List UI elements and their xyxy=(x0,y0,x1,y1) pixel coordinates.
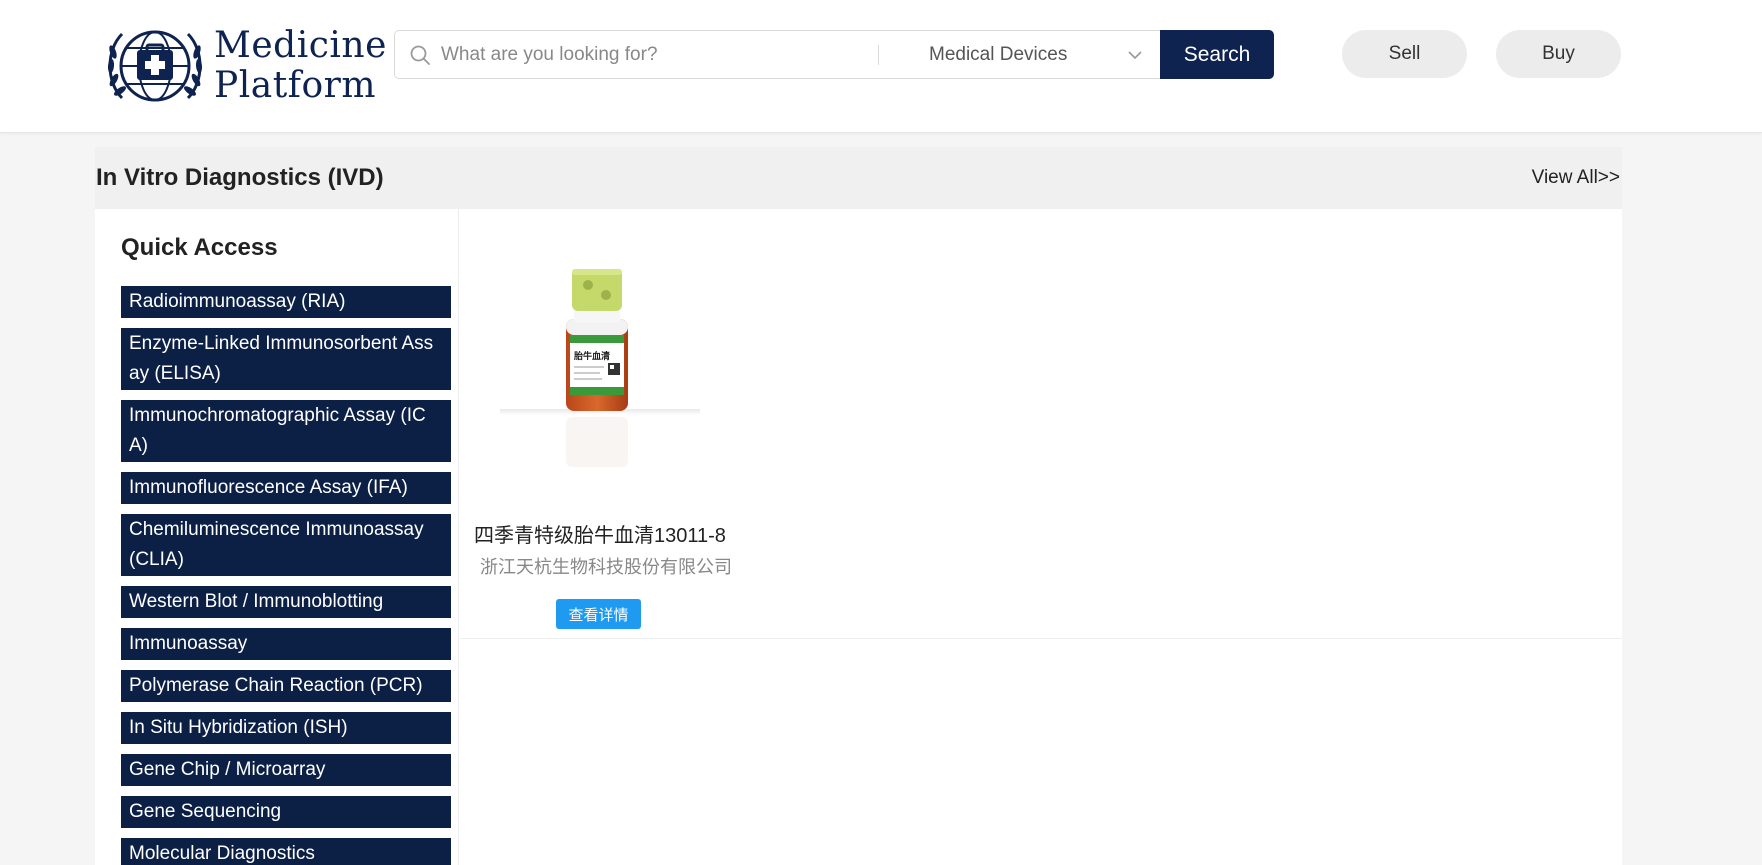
product-label-text: 胎牛血清 xyxy=(573,350,610,362)
quick-access-item[interactable]: Enzyme-Linked Immunosorbent Assay (ELISA… xyxy=(121,328,451,390)
view-all-link[interactable]: View All>> xyxy=(1532,167,1620,189)
quick-access-item[interactable]: In Situ Hybridization (ISH) xyxy=(121,712,451,744)
site-logo[interactable]: Medicine Platform xyxy=(100,20,387,112)
section-content: Quick Access Radioimmunoassay (RIA) Enzy… xyxy=(95,209,1622,865)
logo-line-2: Platform xyxy=(214,65,377,106)
buy-button[interactable]: Buy xyxy=(1496,30,1621,78)
search-bar: Medical Devices Search xyxy=(394,30,1274,79)
top-header: Medicine Platform Medical Devices Search… xyxy=(0,0,1762,133)
product-name[interactable]: 四季青特级胎牛血清13011-8 xyxy=(474,519,726,548)
product-company: 浙江天杭生物科技股份有限公司 xyxy=(480,557,732,577)
quick-access-item[interactable]: Polymerase Chain Reaction (PCR) xyxy=(121,670,451,702)
search-icon xyxy=(410,45,430,65)
quick-access-item[interactable]: Western Blot / Immunoblotting xyxy=(121,586,451,618)
quick-access-item[interactable]: Gene Chip / Microarray xyxy=(121,754,451,786)
quick-access-item[interactable]: Molecular Diagnostics xyxy=(121,838,451,865)
quick-access-item[interactable]: Chemiluminescence Immunoassay (CLIA) xyxy=(121,514,451,576)
search-input[interactable] xyxy=(441,34,871,75)
section-header: In Vitro Diagnostics (IVD) View All>> xyxy=(95,147,1622,209)
serum-bottle-image[interactable]: 胎牛血清 xyxy=(500,261,700,501)
product-grid: 胎牛血清 四季青特级胎牛血清13011-8 浙江天杭生物科技股份有限公司 查看详… xyxy=(460,209,1622,639)
quick-access-title: Quick Access xyxy=(121,234,278,261)
medical-emblem-icon xyxy=(107,30,203,102)
quick-access-item[interactable]: Immunochromatographic Assay (ICA) xyxy=(121,400,451,462)
quick-access-item[interactable]: Immunofluorescence Assay (IFA) xyxy=(121,472,451,504)
sell-button[interactable]: Sell xyxy=(1342,30,1467,78)
logo-line-1: Medicine xyxy=(214,25,387,66)
quick-access-item[interactable]: Gene Sequencing xyxy=(121,796,451,828)
chevron-down-icon xyxy=(1128,51,1142,60)
logo-wordmark: Medicine Platform xyxy=(214,26,387,106)
quick-access-panel: Quick Access Radioimmunoassay (RIA) Enzy… xyxy=(95,209,459,865)
search-box: Medical Devices xyxy=(394,30,1160,79)
category-select[interactable]: Medical Devices xyxy=(879,31,1161,78)
category-selected-value: Medical Devices xyxy=(929,43,1068,65)
view-details-button[interactable]: 查看详情 xyxy=(556,599,641,629)
product-card[interactable]: 胎牛血清 四季青特级胎牛血清13011-8 浙江天杭生物科技股份有限公司 查看详… xyxy=(460,209,740,639)
quick-access-list: Radioimmunoassay (RIA) Enzyme-Linked Imm… xyxy=(121,286,451,865)
section-title: In Vitro Diagnostics (IVD) xyxy=(96,164,384,191)
quick-access-item[interactable]: Radioimmunoassay (RIA) xyxy=(121,286,451,318)
quick-access-item[interactable]: Immunoassay xyxy=(121,628,451,660)
search-button[interactable]: Search xyxy=(1160,30,1274,79)
